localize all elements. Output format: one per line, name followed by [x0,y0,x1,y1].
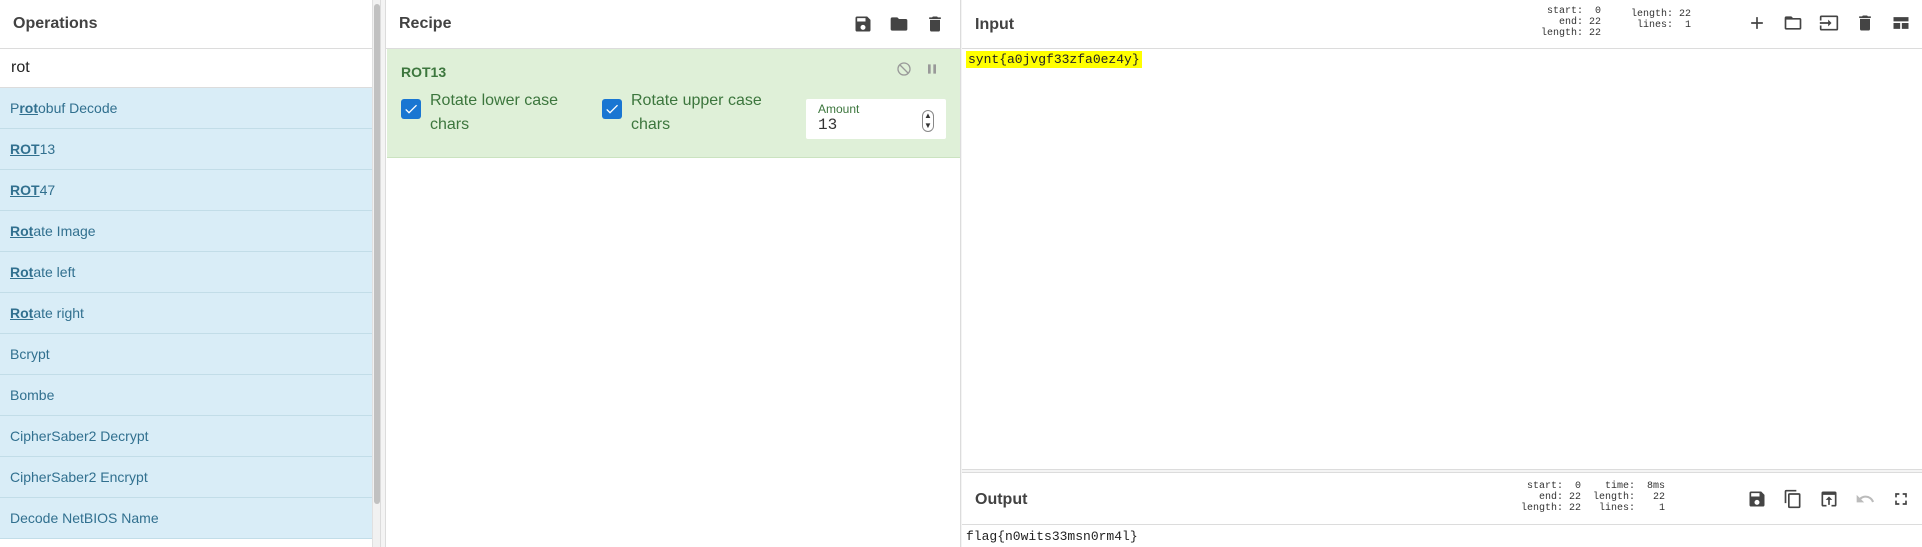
amount-stepper[interactable]: ▲ ▼ [922,110,934,132]
io-panel: Input start: 0 end: 22 length: 22 length… [962,0,1922,547]
clear-input-trash-icon[interactable] [1852,10,1878,36]
op-item-text: Bcrypt [10,346,50,362]
output-header: Output start: 0 end: 22 length: 22 time:… [962,473,1922,525]
input-textarea[interactable]: synt{a0jvgf33zfa0ez4y} [966,51,1142,68]
op-item-text: Decode NetBIOS Name [10,510,159,526]
operation-list-item[interactable]: Bombe [0,375,372,416]
input-selection-stats: start: 0 end: 22 length: 22 [1541,6,1602,39]
checkbox-checked-icon[interactable] [401,99,421,119]
operation-list-item[interactable]: ROT 47 [0,170,372,211]
op-item-match: ROT [10,141,40,157]
rotate-upper-label-line2: chars [631,116,671,133]
rotate-lower-label-line2: chars [430,116,470,133]
op-item-match: ROT [10,182,40,198]
operation-list-item[interactable]: CipherSaber2 Decrypt [0,416,372,457]
amount-input[interactable]: 13 [818,116,837,134]
op-item-text: 47 [39,182,56,198]
operation-name: ROT13 [401,64,447,80]
clear-recipe-trash-icon[interactable] [922,11,948,37]
copy-output-icon[interactable] [1780,486,1806,512]
amount-label: Amount [818,102,860,116]
chevron-up-icon[interactable]: ▲ [924,112,932,120]
rotate-lower-case-checkbox[interactable]: Rotate lower case chars [401,89,558,137]
op-item-match: Rot [10,264,34,280]
operation-list-item[interactable]: Rot ate Image [0,211,372,252]
op-item-text: obuf Decode [38,100,118,116]
op-item-text: ate Image [33,223,96,239]
op-item-text: P [10,100,20,116]
input-header: Input start: 0 end: 22 length: 22 length… [962,0,1922,49]
op-item-text: 13 [39,141,56,157]
load-recipe-folder-icon[interactable] [886,11,912,37]
recipe-panel: Recipe ROT13 Rotate lower case chars Rot… [386,0,960,547]
input-length-stats: length: 22 lines: 1 [1631,9,1692,31]
op-item-text: ate left [33,264,76,280]
rotate-lower-case-label: Rotate lower case chars [430,89,558,137]
rotate-lower-label-line1: Rotate lower case [430,92,559,109]
undo-icon [1852,486,1878,512]
output-text[interactable]: flag{n0wits33msn0rm4l} [966,529,1138,544]
op-item-text: Bombe [10,387,55,403]
output-title: Output [975,491,1028,508]
output-time-stats: time: 8ms length: 22 lines: 1 [1593,481,1666,514]
operations-list: Prot obuf Decode ROT 13 ROT 47 Rot ate Image Rot… [0,88,372,547]
operations-title: Operations [0,0,380,49]
input-text-highlighted: synt{a0jvgf33zfa0ez4y} [966,51,1142,68]
operations-scrollbar[interactable] [372,0,380,547]
open-folder-icon[interactable] [1780,10,1806,36]
disable-operation-icon[interactable] [896,61,912,77]
op-item-match: Rot [10,223,34,239]
operation-list-item[interactable]: Rot ate left [0,252,372,293]
amount-field[interactable]: Amount 13 ▲ ▼ [806,99,946,139]
replace-input-with-output-icon[interactable] [1816,486,1842,512]
rot13-operation-card[interactable]: ROT13 Rotate lower case chars Rotate upp… [387,49,960,158]
op-item-match: rot [19,100,39,116]
save-recipe-icon[interactable] [850,11,876,37]
pause-breakpoint-icon[interactable] [924,61,940,77]
op-item-text: CipherSaber2 Encrypt [10,469,148,485]
operation-list-item[interactable]: Rot ate right [0,293,372,334]
recipe-header: Recipe [386,0,960,49]
maximize-output-icon[interactable] [1888,486,1914,512]
open-file-import-icon[interactable] [1816,10,1842,36]
rotate-upper-case-label: Rotate upper case chars [631,89,762,137]
rotate-upper-case-checkbox[interactable]: Rotate upper case chars [602,89,762,137]
cyberchef-app: Operations rot Prot obuf Decode ROT 13 ROT 47… [0,0,1922,547]
checkbox-checked-icon[interactable] [602,99,622,119]
save-output-icon[interactable] [1744,486,1770,512]
reset-layout-icon[interactable] [1888,10,1914,36]
operation-list-item[interactable]: Prot obuf Decode [0,88,372,129]
rotate-upper-label-line1: Rotate upper case [631,92,762,109]
op-item-text: CipherSaber2 Decrypt [10,428,149,444]
operation-list-item[interactable]: Decode NetBIOS Name [0,498,372,539]
operations-search-input[interactable]: rot [0,49,380,88]
output-selection-stats: start: 0 end: 22 length: 22 [1521,481,1582,514]
operation-list-item[interactable]: Bcrypt [0,334,372,375]
operations-panel: Operations rot Prot obuf Decode ROT 13 ROT 47… [0,0,380,547]
op-item-match: Rot [10,305,34,321]
operation-list-item[interactable]: CipherSaber2 Encrypt [0,457,372,498]
input-title: Input [975,16,1015,33]
add-input-tab-plus-icon[interactable] [1744,10,1770,36]
recipe-title: Recipe [399,15,452,32]
op-item-text: ate right [33,305,84,321]
operation-list-item[interactable]: ROT 13 [0,129,372,170]
chevron-down-icon[interactable]: ▼ [924,122,932,130]
